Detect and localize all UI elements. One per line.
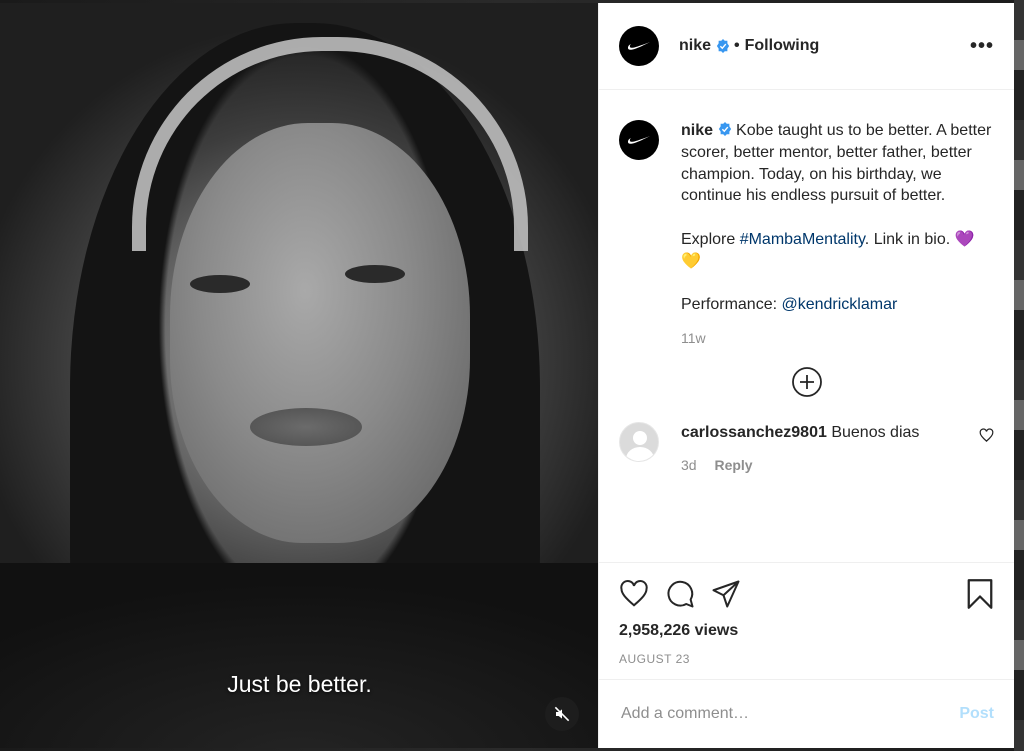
post-header: nike • Following ••• [599,3,1014,90]
post-actions: 2,958,226 views AUGUST 23 [599,562,1014,679]
backdrop-strip [1014,0,1024,751]
like-button[interactable] [619,579,649,609]
hashtag-link[interactable]: #MambaMentality [740,231,865,248]
bookmark-icon [967,579,993,609]
view-count[interactable]: 2,958,226 views [619,622,994,640]
comment-avatar[interactable] [619,422,659,463]
swoosh-logo-icon [628,136,650,144]
caption-timestamp[interactable]: 11w [681,330,994,346]
explore-prefix: Explore [681,230,740,248]
following-button[interactable]: Following [745,37,820,55]
reply-button[interactable]: Reply [714,457,752,473]
avatar[interactable] [619,26,659,66]
comment-body: Buenos dias [831,424,920,442]
speaker-muted-icon [554,706,570,722]
mention-link[interactable]: @kendricklamar [781,296,897,313]
swoosh-logo-icon [628,42,650,50]
follow-separator: • [734,37,740,54]
video-player[interactable]: Just be better. [0,3,598,748]
post-date[interactable]: AUGUST 23 [619,652,994,666]
comment-timestamp[interactable]: 3d [681,457,697,473]
header-username[interactable]: nike [679,37,711,55]
heart-outline-icon[interactable] [979,428,994,443]
video-frame-shirt [0,563,598,748]
performance-prefix: Performance: [681,296,782,314]
caption-avatar[interactable] [619,120,659,160]
video-subtitle: Just be better. [227,671,372,697]
load-more-comments-button[interactable] [619,366,994,398]
verified-badge-icon [716,39,730,53]
heart-outline-icon [620,580,648,607]
post-comment-button[interactable]: Post [959,705,994,723]
post-sidebar: nike • Following ••• nike Kobe taught us … [598,3,1014,748]
caption-text: nike Kobe taught us to be better. A bette… [681,120,994,316]
comment-username[interactable]: carlossanchez9801 [681,424,827,441]
share-button[interactable] [711,579,741,609]
caption-username[interactable]: nike [681,122,713,139]
verified-badge-icon [718,122,732,136]
paper-plane-icon [712,580,740,608]
more-options-button[interactable]: ••• [970,35,994,58]
comment-button[interactable] [665,579,695,609]
comment-composer: Post [599,679,1014,748]
comments-list[interactable]: nike Kobe taught us to be better. A bette… [599,90,1014,562]
comment-bubble-icon [667,580,694,608]
video-frame-lips [250,408,362,446]
mute-button[interactable] [545,697,579,731]
video-frame-eye-right [345,265,405,283]
save-button[interactable] [966,579,994,609]
add-comment-input[interactable] [619,704,960,724]
caption: nike Kobe taught us to be better. A bette… [619,90,994,316]
post-modal: Just be better. nike • Following ••• nik… [0,3,1014,748]
video-frame-eye-left [190,275,250,293]
plus-circle-icon [791,367,822,398]
comment-item: carlossanchez9801 Buenos dias 3d Reply [619,422,994,473]
